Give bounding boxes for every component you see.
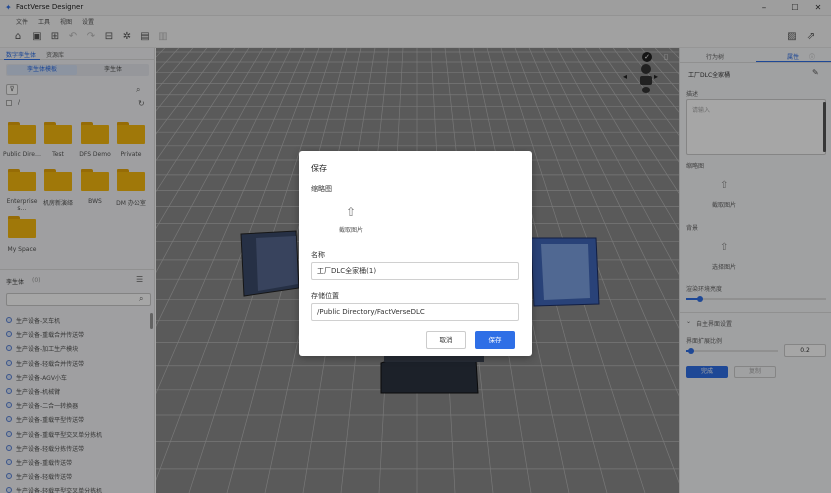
cancel-button[interactable]: 取消 — [426, 331, 466, 349]
dialog-title: 保存 — [311, 164, 327, 173]
dialog-thumb-label: 缩略图 — [311, 185, 332, 193]
dialog-name-label: 名称 — [311, 251, 325, 259]
save-dialog: 保存 缩略图 ⇧ 截取图片 名称 工厂DLC全家桶(1) 存储位置 /Publi… — [299, 151, 532, 356]
upload-icon: ⇧ — [346, 205, 357, 219]
dialog-location-input[interactable]: /Public Directory/FactVerseDLC — [311, 303, 519, 321]
dialog-thumb-upload[interactable]: ⇧ 截取图片 — [332, 203, 372, 243]
dialog-name-input[interactable]: 工厂DLC全家桶(1) — [311, 262, 519, 280]
dialog-upload-label: 截取图片 — [339, 227, 364, 234]
dialog-location-label: 存储位置 — [311, 292, 339, 300]
save-button[interactable]: 保存 — [475, 331, 515, 349]
